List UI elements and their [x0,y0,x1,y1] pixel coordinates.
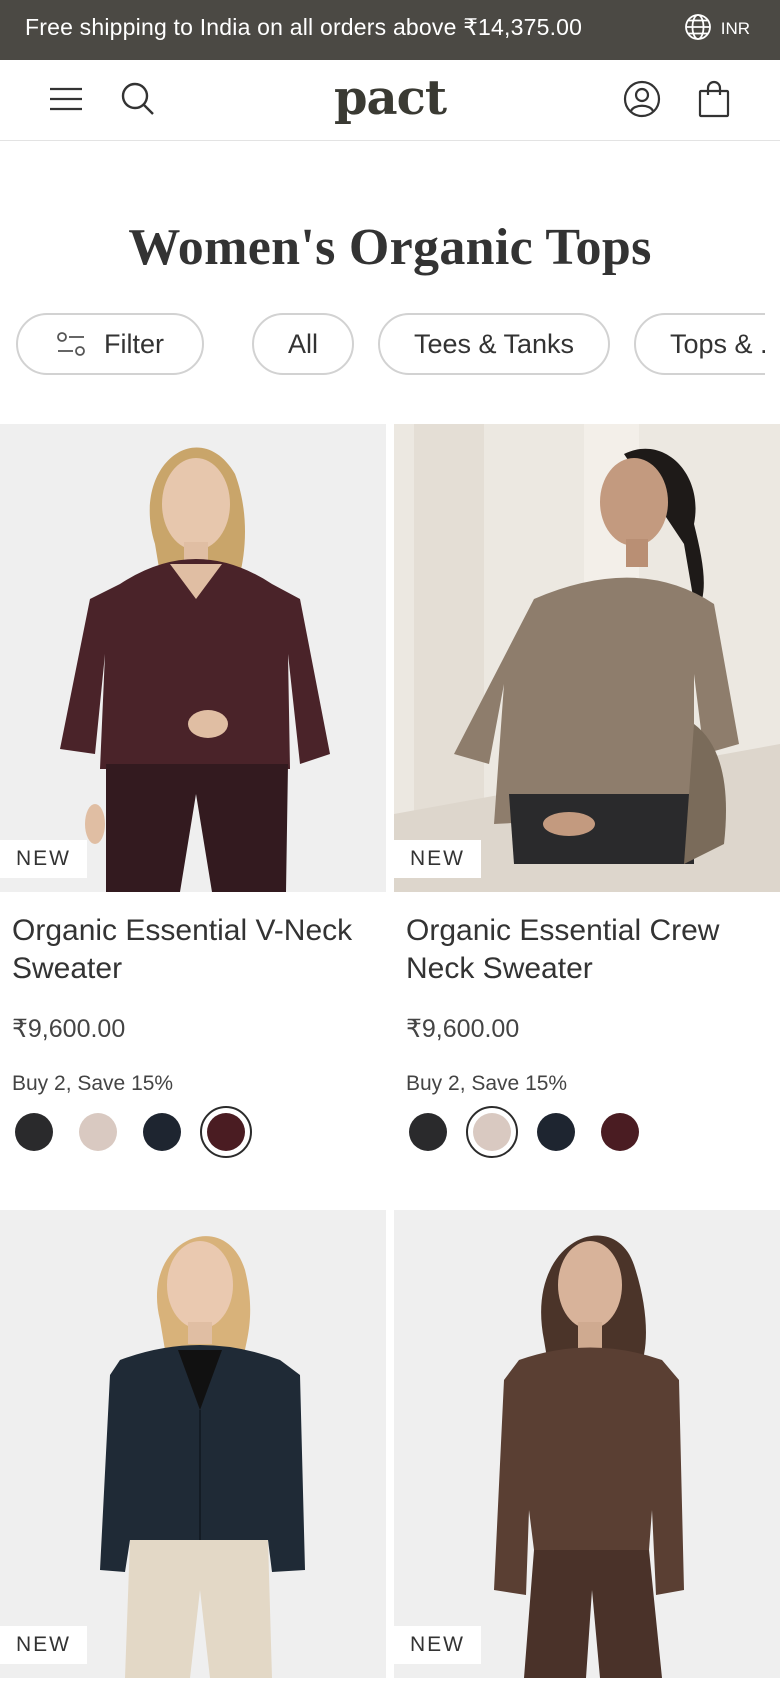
product-image[interactable]: NEW [0,424,386,892]
filter-button[interactable]: Filter [16,313,204,375]
page-title: Women's Organic Tops [128,219,652,276]
product-promo: Buy 2, Save 15% [406,1072,568,1095]
promo-bar: Free shipping to India on all orders abo… [0,0,780,60]
product-card[interactable]: NEW Organic Essential Crew Neck Sweater … [394,424,780,1164]
site-header: pact [0,60,780,141]
product-promo: Buy 2, Save 15% [12,1072,174,1095]
product-title[interactable]: Organic Essential V-Neck Sweater [12,912,382,988]
color-swatch[interactable] [402,1106,454,1158]
filter-row: Filter All Tees & Tanks Tops & ... [0,313,765,377]
color-swatch-selected[interactable] [466,1106,518,1158]
swatch-navy [537,1113,575,1151]
product-image[interactable]: NEW [394,1210,780,1678]
color-swatch[interactable] [594,1106,646,1158]
product-title[interactable]: Organic Essential Crew Neck Sweater [406,912,776,988]
promo-text: Free shipping to India on all orders abo… [25,14,583,40]
new-badge: NEW [394,840,481,878]
swatch-charcoal [15,1113,53,1151]
category-pill-tees-tanks[interactable]: Tees & Tanks [378,313,610,375]
swatch-charcoal [409,1113,447,1151]
currency-selector[interactable]: INR [683,12,750,42]
currency-label: INR [720,19,750,38]
site-logo[interactable]: pact [0,70,780,126]
filter-label: Filter [104,328,164,359]
product-card[interactable]: NEW Organic Essential V-Neck Sweater ₹9,… [0,424,386,1164]
globe-icon [683,12,713,42]
product-price: ₹9,600.00 [406,1015,520,1043]
bag-button[interactable] [694,80,734,123]
new-badge: NEW [0,840,87,878]
swatch-oatmeal [473,1113,511,1151]
product-card[interactable]: NEW [0,1210,386,1688]
color-swatches [8,1104,264,1160]
category-pill-tops[interactable]: Tops & ... [634,313,765,375]
color-swatch-selected[interactable] [200,1106,252,1158]
product-image[interactable]: NEW [0,1210,386,1678]
product-image[interactable]: NEW [394,424,780,892]
account-icon [623,80,661,123]
account-button[interactable] [622,80,662,123]
new-badge: NEW [0,1626,87,1664]
sliders-icon [56,331,86,357]
swatch-navy [143,1113,181,1151]
swatch-burgundy [207,1113,245,1151]
swatch-oatmeal [79,1113,117,1151]
color-swatch[interactable] [530,1106,582,1158]
new-badge: NEW [394,1626,481,1664]
color-swatches [402,1104,658,1160]
color-swatch[interactable] [136,1106,188,1158]
bag-icon [697,80,731,123]
product-price: ₹9,600.00 [12,1015,126,1043]
product-card[interactable]: NEW [394,1210,780,1688]
color-swatch[interactable] [72,1106,124,1158]
swatch-burgundy [601,1113,639,1151]
color-swatch[interactable] [8,1106,60,1158]
category-pill-all[interactable]: All [252,313,354,375]
